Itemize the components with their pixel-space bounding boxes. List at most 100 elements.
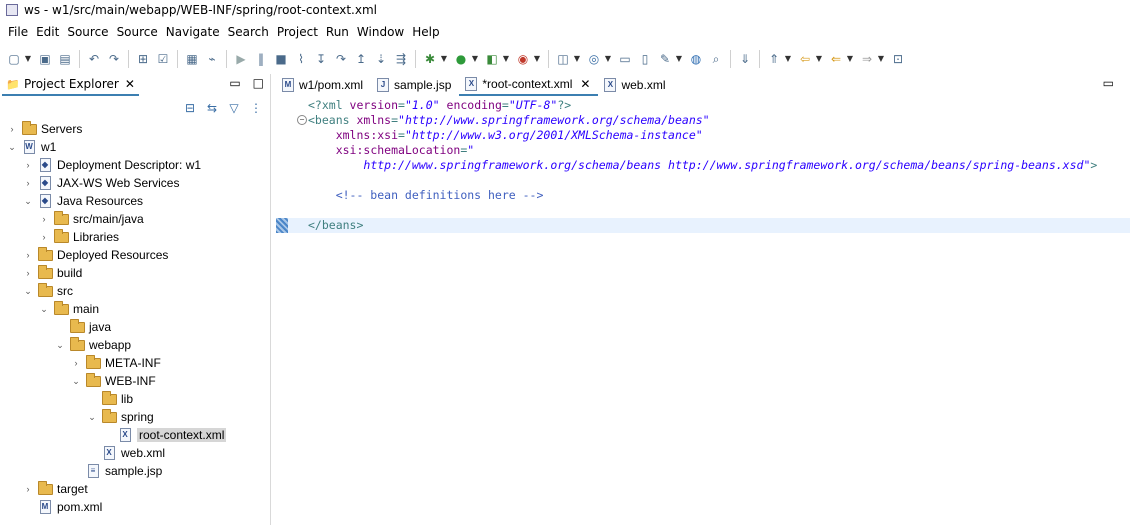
- collapsed-chevron-icon[interactable]: ›: [38, 213, 50, 225]
- editor-tab[interactable]: Mw1/pom.xml: [276, 74, 371, 96]
- tree-item[interactable]: lib: [0, 390, 270, 408]
- dropdown-arrow-icon[interactable]: ▼: [604, 51, 612, 67]
- expanded-chevron-icon[interactable]: ⌄: [38, 303, 50, 315]
- dropdown-arrow-icon[interactable]: ▼: [502, 51, 510, 67]
- collapsed-chevron-icon[interactable]: ›: [22, 249, 34, 261]
- tree-item[interactable]: ⌄ ◆ Java Resources: [0, 192, 270, 210]
- next-annotation-icon[interactable]: ⇓: [737, 51, 753, 67]
- dropdown-arrow-icon[interactable]: ▼: [440, 51, 448, 67]
- use-step-filters-icon[interactable]: ⇶: [393, 51, 409, 67]
- step-over-icon[interactable]: ↷: [333, 51, 349, 67]
- dropdown-arrow-icon[interactable]: ▼: [877, 51, 885, 67]
- close-icon[interactable]: ✕: [125, 77, 135, 91]
- collapsed-chevron-icon[interactable]: ›: [70, 357, 82, 369]
- menu-source[interactable]: Source: [113, 22, 162, 42]
- resume-icon[interactable]: ▶: [233, 51, 249, 67]
- menu-project[interactable]: Project: [273, 22, 322, 42]
- maximize-icon[interactable]: □: [253, 76, 264, 90]
- menu-file[interactable]: File: [4, 22, 32, 42]
- menu-run[interactable]: Run: [322, 22, 353, 42]
- filter-icon[interactable]: ▽: [226, 100, 242, 116]
- new-icon[interactable]: ▢: [6, 51, 22, 67]
- step-return-icon[interactable]: ↥: [353, 51, 369, 67]
- menu-edit[interactable]: Edit: [32, 22, 63, 42]
- search-icon[interactable]: ⌕: [708, 51, 724, 67]
- open-type-icon[interactable]: ⊞: [135, 51, 151, 67]
- task-icon[interactable]: ☑: [155, 51, 171, 67]
- editor-minimize-icon[interactable]: ▭: [1103, 76, 1114, 90]
- forward-icon[interactable]: ⇒: [859, 51, 875, 67]
- editor-tab[interactable]: Jsample.jsp: [371, 74, 459, 96]
- collapse-all-icon[interactable]: ⊟: [182, 100, 198, 116]
- tree-item[interactable]: ⌄ spring: [0, 408, 270, 426]
- open-file-icon[interactable]: ▯: [637, 51, 653, 67]
- save-all-icon[interactable]: ▤: [57, 51, 73, 67]
- xml-source-editor[interactable]: <?xml version="1.0" encoding="UTF-8"?> − <…: [276, 98, 1130, 233]
- undo-icon[interactable]: ↶: [86, 51, 102, 67]
- tree-item[interactable]: Xroot-context.xml: [0, 426, 270, 444]
- dropdown-arrow-icon[interactable]: ▼: [784, 51, 792, 67]
- tree-item[interactable]: ⌄ main: [0, 300, 270, 318]
- tree-item[interactable]: › Libraries: [0, 228, 270, 246]
- menu-window[interactable]: Window: [353, 22, 408, 42]
- debug-icon[interactable]: ✱: [422, 51, 438, 67]
- expanded-chevron-icon[interactable]: ⌄: [6, 141, 18, 153]
- new-class-icon[interactable]: ◎: [586, 51, 602, 67]
- tree-item[interactable]: java: [0, 318, 270, 336]
- tree-item[interactable]: ≡ sample.jsp: [0, 462, 270, 480]
- dropdown-arrow-icon[interactable]: ▼: [675, 51, 683, 67]
- close-icon[interactable]: ✕: [580, 77, 590, 91]
- editor-tab[interactable]: X *root-context.xml ✕: [459, 74, 599, 96]
- expanded-chevron-icon[interactable]: ⌄: [86, 411, 98, 423]
- tree-item[interactable]: ⌄ webapp: [0, 336, 270, 354]
- link-icon[interactable]: ⌁: [204, 51, 220, 67]
- tree-item[interactable]: › META-INF: [0, 354, 270, 372]
- minimize-icon[interactable]: ▭: [229, 76, 240, 90]
- dropdown-arrow-icon[interactable]: ▼: [846, 51, 854, 67]
- open-perspective-icon[interactable]: ⊡: [890, 51, 906, 67]
- editor-tab[interactable]: Xweb.xml: [598, 74, 673, 96]
- dropdown-arrow-icon[interactable]: ▼: [24, 51, 32, 67]
- tree-item[interactable]: › ◆ Deployment Descriptor: w1: [0, 156, 270, 174]
- fold-toggle-icon[interactable]: −: [297, 115, 307, 125]
- suspend-icon[interactable]: ‖: [253, 51, 269, 67]
- redo-icon[interactable]: ↷: [106, 51, 122, 67]
- last-edit-icon[interactable]: ⇦: [797, 51, 813, 67]
- menu-source[interactable]: Source: [63, 22, 112, 42]
- dropdown-arrow-icon[interactable]: ▼: [533, 51, 541, 67]
- tree-item[interactable]: ⌄ src: [0, 282, 270, 300]
- tree-item[interactable]: › ◆ JAX-WS Web Services: [0, 174, 270, 192]
- expanded-chevron-icon[interactable]: ⌄: [22, 195, 34, 207]
- tree-item[interactable]: Mpom.xml: [0, 498, 270, 516]
- tree-item[interactable]: › src/main/java: [0, 210, 270, 228]
- run-icon[interactable]: ●: [453, 51, 469, 67]
- save-icon[interactable]: ▣: [37, 51, 53, 67]
- dropdown-arrow-icon[interactable]: ▼: [815, 51, 823, 67]
- collapsed-chevron-icon[interactable]: ›: [22, 159, 34, 171]
- new-java-project-icon[interactable]: ◫: [555, 51, 571, 67]
- previous-annotation-icon[interactable]: ⇑: [766, 51, 782, 67]
- drop-to-frame-icon[interactable]: ⇣: [373, 51, 389, 67]
- external-tools-icon[interactable]: ◉: [515, 51, 531, 67]
- expanded-chevron-icon[interactable]: ⌄: [70, 375, 82, 387]
- dropdown-arrow-icon[interactable]: ▼: [573, 51, 581, 67]
- tree-item[interactable]: › build: [0, 264, 270, 282]
- open-folder-icon[interactable]: ▭: [617, 51, 633, 67]
- disconnect-icon[interactable]: ⌇: [293, 51, 309, 67]
- dropdown-arrow-icon[interactable]: ▼: [471, 51, 479, 67]
- tree-item[interactable]: › target: [0, 480, 270, 498]
- collapsed-chevron-icon[interactable]: ›: [38, 231, 50, 243]
- tree-item[interactable]: › Deployed Resources: [0, 246, 270, 264]
- tools-icon[interactable]: ✎: [657, 51, 673, 67]
- expanded-chevron-icon[interactable]: ⌄: [22, 285, 34, 297]
- collapsed-chevron-icon[interactable]: ›: [6, 123, 18, 135]
- coverage-icon[interactable]: ◧: [484, 51, 500, 67]
- stop-icon[interactable]: ■: [273, 51, 289, 67]
- menu-search[interactable]: Search: [224, 22, 273, 42]
- tree-item[interactable]: › Servers: [0, 120, 270, 138]
- tree-item[interactable]: ⌄ Ww1: [0, 138, 270, 156]
- link-with-editor-icon[interactable]: ⇆: [204, 100, 220, 116]
- menu-help[interactable]: Help: [408, 22, 443, 42]
- project-explorer-tab[interactable]: 📁 Project Explorer ✕: [2, 74, 139, 96]
- tree-item[interactable]: Xweb.xml: [0, 444, 270, 462]
